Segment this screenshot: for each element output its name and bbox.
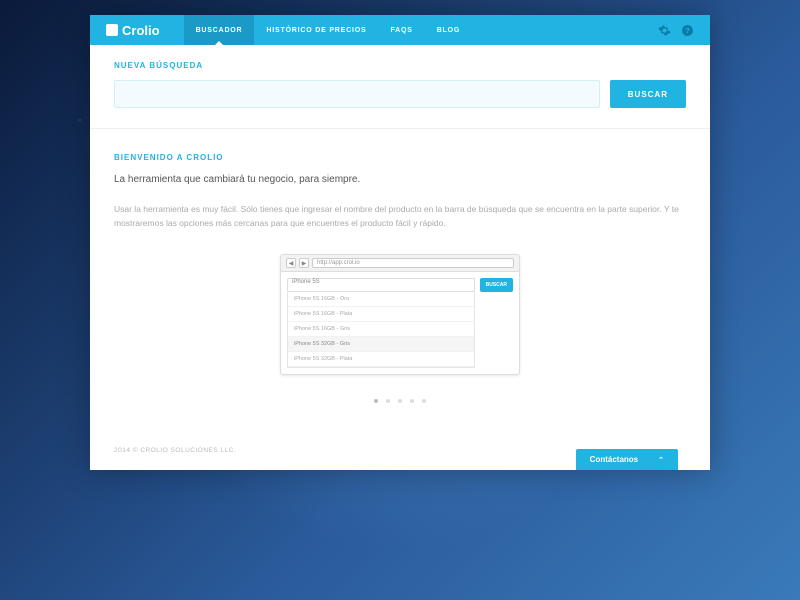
search-input[interactable] [114,80,600,108]
logo[interactable]: Crolio [106,23,160,38]
nav-buscador[interactable]: BUSCADOR [184,15,255,45]
demo-option: iPhone 5S 16GB - Plata [288,307,474,322]
demo-search-button: BUSCAR [480,278,513,292]
main-nav: BUSCADOR HISTÓRICO DE PRECIOS FAQS BLOG [184,15,473,45]
demo-option: iPhone 5S 16GB - Oro [288,292,474,307]
app-window: Crolio BUSCADOR HISTÓRICO DE PRECIOS FAQ… [90,15,710,470]
demo-search-wrap: iPhone 5S iPhone 5S 16GB - Oro iPhone 5S… [287,278,475,368]
search-button[interactable]: BUSCAR [610,80,686,108]
demo-browser: ◀ ▶ http://app.crol.io iPhone 5S iPhone … [280,254,520,375]
nav-faqs[interactable]: FAQS [378,15,424,45]
back-icon: ◀ [286,258,296,268]
demo-urlbar: ◀ ▶ http://app.crol.io [281,255,519,272]
demo-option: iPhone 5S 32GB - Plata [288,352,474,367]
demo-url: http://app.crol.io [312,258,514,268]
carousel-dot-4[interactable] [410,399,414,403]
demo-option: iPhone 5S 16GB - Gris [288,322,474,337]
contact-tab[interactable]: Contáctanos ⌃ [576,449,678,470]
carousel-dot-2[interactable] [386,399,390,403]
nav-historico[interactable]: HISTÓRICO DE PRECIOS [254,15,378,45]
logo-icon [106,24,118,36]
demo-option-hover: iPhone 5S 32GB - Gris [288,337,474,352]
carousel-dot-5[interactable] [422,399,426,403]
demo-search-input: iPhone 5S [287,278,475,292]
carousel-dot-3[interactable] [398,399,402,403]
tagline: La herramienta que cambiará tu negocio, … [114,174,686,185]
nav-blog[interactable]: BLOG [425,15,472,45]
content: BIENVENIDO A CROLIO La herramienta que c… [90,129,710,431]
forward-icon: ▶ [299,258,309,268]
topbar-icons: ? [658,24,694,37]
topbar: Crolio BUSCADOR HISTÓRICO DE PRECIOS FAQ… [90,15,710,45]
gear-icon[interactable] [658,24,671,37]
demo-body: iPhone 5S iPhone 5S 16GB - Oro iPhone 5S… [281,272,519,374]
brand-name: Crolio [122,23,160,38]
chevron-up-icon: ⌃ [658,456,664,464]
description: Usar la herramienta es muy fácil. Sólo t… [114,203,686,230]
contact-label: Contáctanos [590,455,638,464]
carousel-dots [114,399,686,403]
welcome-title: BIENVENIDO A CROLIO [114,153,686,162]
search-row: BUSCAR [114,80,686,108]
carousel-dot-1[interactable] [374,399,378,403]
demo-dropdown: iPhone 5S 16GB - Oro iPhone 5S 16GB - Pl… [287,292,475,368]
svg-text:?: ? [685,26,690,35]
help-icon[interactable]: ? [681,24,694,37]
search-section: NUEVA BÚSQUEDA BUSCAR [90,45,710,129]
search-label: NUEVA BÚSQUEDA [114,61,686,70]
